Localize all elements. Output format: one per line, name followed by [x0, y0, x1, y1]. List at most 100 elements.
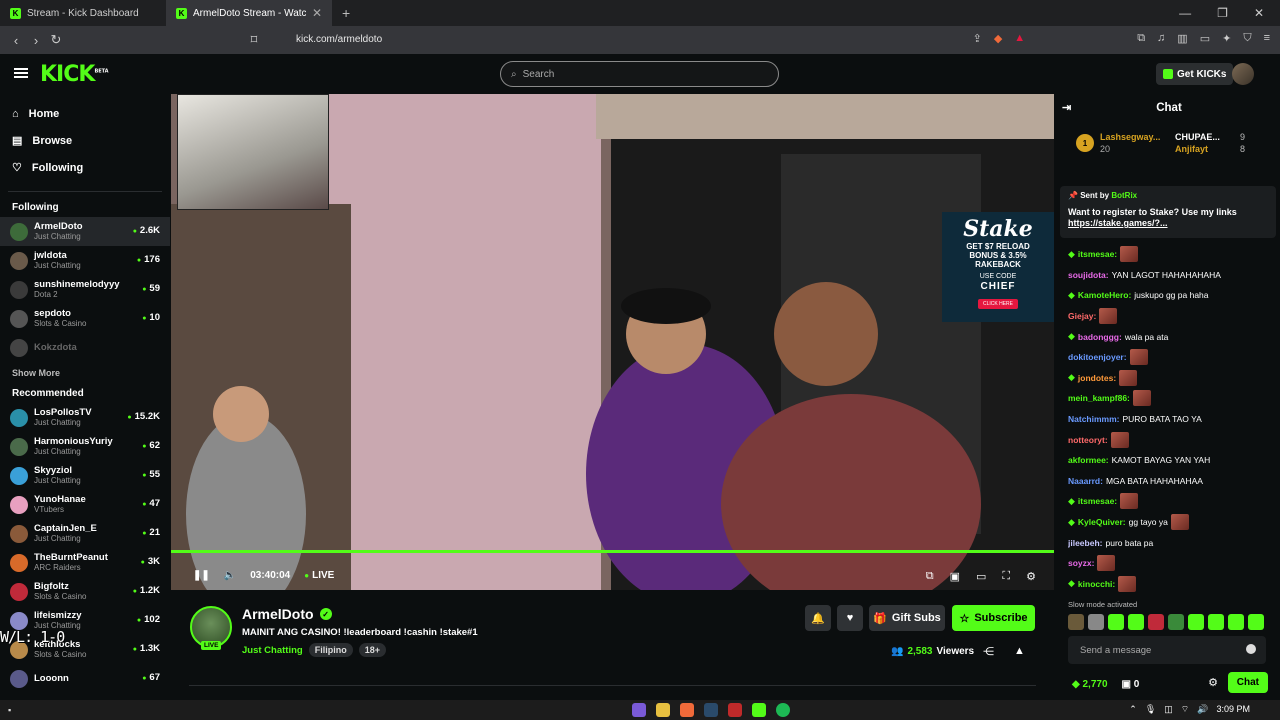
chat-username[interactable]: notteoryt:	[1068, 435, 1108, 445]
windows-start-icon[interactable]: ▪	[8, 705, 11, 715]
network-icon[interactable]: ◫	[1164, 704, 1173, 715]
volume-icon[interactable]: 🔈	[224, 570, 236, 581]
following-channel[interactable]: ArmelDotoJust Chatting 2.6K	[0, 217, 170, 246]
chat-settings-icon[interactable]: ⚙	[1208, 676, 1218, 689]
subscribe-button[interactable]: ☆ Subscribe	[952, 605, 1035, 631]
emote-icon[interactable]	[1148, 614, 1164, 630]
browser-icon[interactable]	[680, 703, 694, 717]
emote-icon[interactable]	[1128, 614, 1144, 630]
url-field[interactable]: kick.com/armeldoto	[296, 34, 382, 45]
collapse-chat-icon[interactable]: ⇥	[1062, 101, 1071, 114]
chat-username[interactable]: Natchimmm:	[1068, 414, 1119, 424]
tag-18plus[interactable]: 18+	[358, 643, 386, 657]
steam-icon[interactable]	[704, 703, 718, 717]
following-channel[interactable]: sepdotoSlots & Casino 10	[0, 304, 170, 333]
follow-button[interactable]: ♥	[837, 605, 863, 631]
volume-icon[interactable]: 🔊	[1197, 704, 1208, 715]
alert-icon[interactable]: ▲	[1014, 32, 1025, 45]
recommended-channel[interactable]: LosPollosTVJust Chatting 15.2K	[0, 403, 170, 432]
wifi-icon[interactable]: ⌔	[1181, 704, 1189, 715]
mic-icon[interactable]: 🎙	[1145, 704, 1156, 715]
recommended-channel[interactable]: SkyyziolJust Chatting 55	[0, 461, 170, 490]
restore-icon[interactable]: ❐	[1217, 6, 1228, 20]
pinned-link[interactable]: https://stake.games/?...	[1068, 218, 1268, 228]
following-channel[interactable]: sunshinemelodyyyDota 2 59	[0, 275, 170, 304]
leader-second-name[interactable]: CHUPAE...	[1175, 132, 1220, 142]
recommended-channel[interactable]: TheBurntPeanutARC Raiders 3K	[0, 548, 170, 577]
chat-username[interactable]: itsmesae:	[1078, 496, 1117, 506]
recommended-channel[interactable]: BigfoltzSlots & Casino 1.2K	[0, 577, 170, 606]
forward-icon[interactable]: ›	[26, 33, 46, 48]
chat-input[interactable]: Send a message	[1068, 636, 1266, 664]
chat-username[interactable]: akformee:	[1068, 455, 1109, 465]
emote-icon[interactable]	[1168, 614, 1184, 630]
wallet-icon[interactable]: ▭	[1200, 32, 1210, 45]
browser-tab-dashboard[interactable]: K Stream - Kick Dashboard	[0, 0, 166, 26]
clip-icon[interactable]: ▣	[950, 570, 960, 583]
streamer-name[interactable]: ArmelDoto ✓	[242, 606, 332, 622]
chat-username[interactable]: KamoteHero:	[1078, 290, 1131, 300]
recommended-channel[interactable]: YunoHanaeVTubers 47	[0, 490, 170, 519]
sidebar-item-home[interactable]: ⌂ Home	[12, 100, 158, 127]
emote-icon[interactable]	[1068, 614, 1084, 630]
tab-close-icon[interactable]: ✕	[312, 6, 322, 20]
recommended-channel[interactable]: CaptainJen_EJust Chatting 21	[0, 519, 170, 548]
progress-bar[interactable]	[171, 550, 1054, 553]
emote-icon[interactable]	[1228, 614, 1244, 630]
user-avatar[interactable]	[1232, 63, 1254, 85]
recommended-channel[interactable]: Looonn 67	[0, 664, 170, 693]
kick-icon[interactable]	[752, 703, 766, 717]
search-input[interactable]: ⌕ Search	[500, 61, 779, 87]
shield-icon[interactable]: ◆	[994, 32, 1002, 45]
settings-icon[interactable]: ⚙	[1026, 570, 1036, 583]
extensions-icon[interactable]: ⧉	[1137, 32, 1145, 45]
send-chat-button[interactable]: Chat	[1227, 672, 1268, 693]
clock[interactable]: 3:09 PM	[1216, 704, 1250, 715]
sidebar-item-browse[interactable]: ▤ Browse	[12, 127, 158, 154]
kick-logo[interactable]: KICKBETA	[40, 62, 109, 87]
emote-icon[interactable]	[1208, 614, 1224, 630]
notifications-button[interactable]: 🔔	[805, 605, 831, 631]
chat-username[interactable]: badonggg:	[1078, 332, 1122, 342]
close-window-icon[interactable]: ✕	[1254, 6, 1264, 20]
chevron-up-icon[interactable]: ⌃	[1129, 704, 1137, 715]
spotify-icon[interactable]	[776, 703, 790, 717]
share-icon[interactable]: ⋲	[983, 645, 994, 658]
report-icon[interactable]: ▲	[1014, 645, 1025, 658]
chat-username[interactable]: soujidota:	[1068, 270, 1109, 280]
chat-username[interactable]: jondotes:	[1078, 373, 1116, 383]
chat-username[interactable]: kinocchi:	[1078, 579, 1115, 589]
leader-third-name[interactable]: Anjifayt	[1175, 144, 1208, 154]
bookmark-icon[interactable]: ⌑	[244, 32, 264, 48]
vpn-icon[interactable]: ⛉	[1243, 32, 1251, 45]
chat-username[interactable]: dokitoenjoyer:	[1068, 352, 1127, 362]
following-channel[interactable]: jwldotaJust Chatting 176	[0, 246, 170, 275]
chat-username[interactable]: mein_kampf86:	[1068, 393, 1130, 403]
app-icon[interactable]	[728, 703, 742, 717]
chat-username[interactable]: Giejay:	[1068, 311, 1096, 321]
browser-tab-stream[interactable]: K ArmelDoto Stream - Watch Li ✕	[166, 0, 332, 26]
category-link[interactable]: Just Chatting	[242, 645, 303, 656]
chat-username[interactable]: Naaarrd:	[1068, 476, 1103, 486]
sidebar-icon[interactable]: ▥	[1177, 32, 1187, 45]
sidebar-item-following[interactable]: ♡ Following	[12, 154, 158, 181]
back-icon[interactable]: ‹	[6, 33, 26, 48]
menu-icon[interactable]: ≡	[1264, 32, 1270, 45]
theater-icon[interactable]: ▭	[976, 570, 986, 583]
chat-username[interactable]: KyleQuiver:	[1078, 517, 1126, 527]
app-icon[interactable]	[632, 703, 646, 717]
points-count[interactable]: ◆ 2,770	[1072, 679, 1108, 690]
new-tab-icon[interactable]: +	[332, 5, 360, 21]
following-channel[interactable]: Kokzdota	[0, 333, 170, 362]
emote-icon[interactable]	[1188, 614, 1204, 630]
leader-first-name[interactable]: Lashsegway...	[1100, 132, 1160, 142]
minimize-icon[interactable]: —	[1179, 6, 1191, 20]
pause-icon[interactable]: ❚❚	[193, 570, 210, 581]
gift-subs-button[interactable]: 🎁 Gift Subs	[869, 605, 945, 631]
pip-icon[interactable]: ⧉	[926, 570, 934, 583]
media-icon[interactable]: ♫	[1157, 32, 1165, 45]
video-player[interactable]: Stake GET $7 RELOAD BONUS & 3.5% RAKEBAC…	[171, 94, 1054, 590]
chat-username[interactable]: soyzx:	[1068, 558, 1094, 568]
chat-username[interactable]: itsmesae:	[1078, 249, 1117, 259]
gifts-count[interactable]: ▣ 0	[1122, 679, 1140, 690]
